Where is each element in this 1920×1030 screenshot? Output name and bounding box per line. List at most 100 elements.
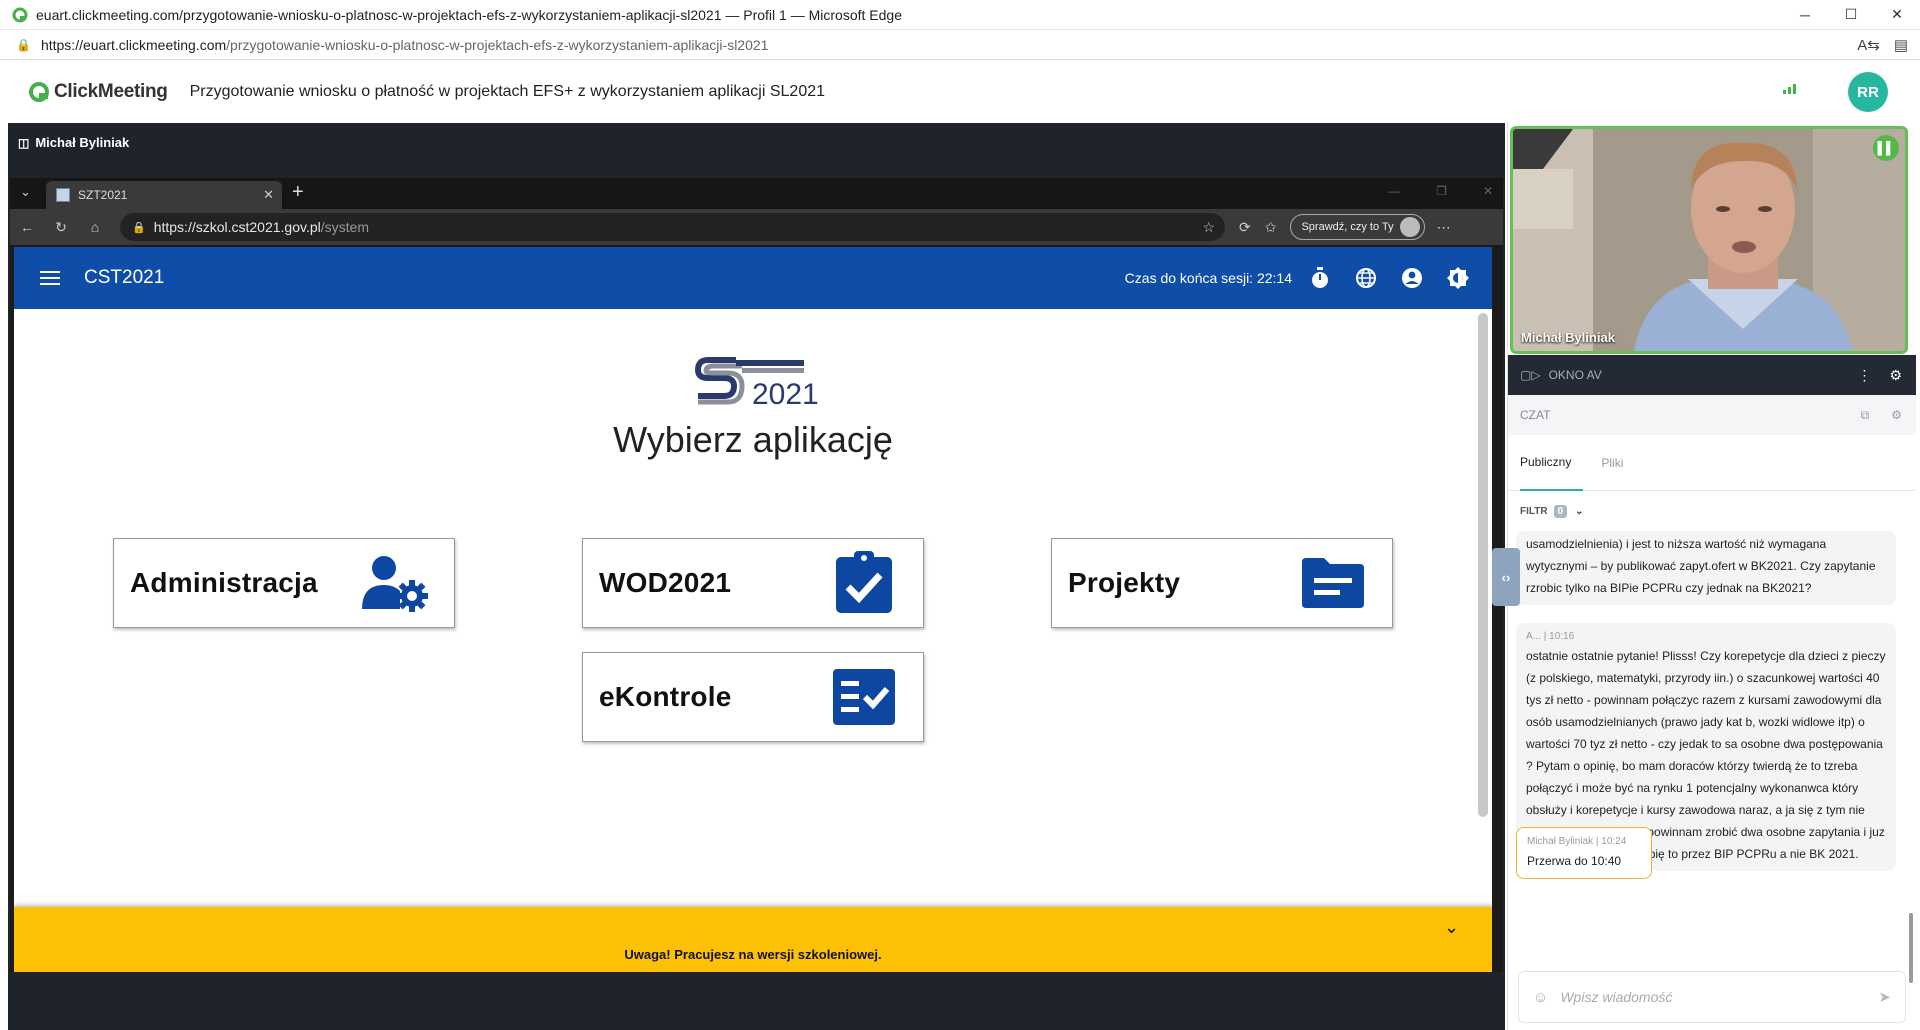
send-icon[interactable]: ➤ bbox=[1878, 988, 1891, 1006]
cst2021-app: CST2021 Czas do końca sesji: 22:14 2021 … bbox=[14, 247, 1492, 972]
shared-window-controls: — ❐ ✕ bbox=[1388, 184, 1493, 198]
clickmeeting-logo: ClickMeeting bbox=[28, 81, 168, 103]
back-icon: ← bbox=[20, 219, 34, 235]
training-warning-bar: ⌄ Uwaga! Pracujesz na wersji szkoleniowe… bbox=[14, 907, 1492, 972]
av-more-options-icon[interactable]: ⋮ bbox=[1857, 367, 1871, 384]
tab-list-chevron-icon: ⌄ bbox=[20, 184, 31, 199]
browser-address-bar[interactable]: 🔒 https://euart.clickmeeting.com/przygot… bbox=[0, 30, 1920, 60]
event-title: Przygotowanie wniosku o płatność w proje… bbox=[189, 82, 826, 100]
close-window-button[interactable]: ✕ bbox=[1874, 0, 1920, 30]
clickmeeting-header: ClickMeeting Przygotowanie wniosku o pła… bbox=[0, 60, 1920, 123]
tile-administracja[interactable]: Administracja bbox=[113, 538, 455, 628]
message-line: rzrobic tylko na BIPie PCPRu czy jednak … bbox=[1526, 581, 1812, 595]
minimize-button[interactable]: ─ bbox=[1782, 0, 1828, 30]
message-line: ostatnie ostatnie pytanie! Plisss! Czy k… bbox=[1526, 649, 1886, 663]
tile-label: WOD2021 bbox=[599, 567, 732, 598]
more-icon: ⋯ bbox=[1436, 218, 1451, 235]
extensions-icon: ⟳ bbox=[1239, 218, 1251, 235]
webcam-image bbox=[1513, 129, 1905, 351]
message-line: Przerwa do 10:40 bbox=[1527, 854, 1622, 868]
shared-tab-close-icon: ✕ bbox=[263, 187, 274, 202]
brand-name: ClickMeeting bbox=[54, 80, 168, 102]
message-line: osób usamodzielnianych (prawo jady kat b… bbox=[1526, 715, 1865, 729]
shared-lock-icon: 🔒 bbox=[132, 221, 146, 234]
panel-resize-handle[interactable]: ‹› bbox=[1492, 548, 1520, 606]
tab-public[interactable]: Publiczny bbox=[1520, 435, 1584, 491]
app-scrollbar bbox=[1478, 313, 1488, 817]
app-title: CST2021 bbox=[84, 267, 165, 288]
message-line: obsłuży i korepetycje i kursy zawodowa n… bbox=[1526, 803, 1865, 817]
av-window-bar: ▢▷ OKNO AV ⋮ ⚙ bbox=[1508, 355, 1916, 395]
message-line: usamodzielnienia) i jest to niższa warto… bbox=[1526, 537, 1827, 551]
screen-share-icon: ◫ bbox=[18, 135, 30, 150]
profile-label: Sprawdź, czy to Ty bbox=[1301, 221, 1394, 233]
cst2021-logo: 2021 bbox=[694, 357, 819, 410]
presenter-name: Michał Byliniak bbox=[35, 135, 130, 150]
read-aloud-icon[interactable]: A⇆ bbox=[1857, 36, 1880, 54]
message-line: połączyć i może być na rynku 1 potencjal… bbox=[1526, 781, 1859, 795]
tile-wod2021[interactable]: WOD2021 bbox=[582, 538, 924, 628]
chat-popout-icon[interactable]: ⧉ bbox=[1861, 408, 1870, 423]
chat-input-placeholder: Wpisz wiadomość bbox=[1560, 989, 1673, 1005]
av-settings-icon[interactable]: ⚙ bbox=[1889, 367, 1902, 384]
shared-tab: SZT2021 ✕ bbox=[46, 181, 282, 209]
session-timer: Czas do końca sesji: 22:14 bbox=[1124, 270, 1292, 286]
tile-label: Administracja bbox=[130, 567, 318, 598]
tile-label: Projekty bbox=[1068, 567, 1181, 598]
tab-favicon-icon bbox=[56, 188, 70, 202]
message-line: tys zł netto - powinnam połączyc razem z… bbox=[1526, 693, 1882, 707]
tile-ekontrole[interactable]: eKontrole bbox=[582, 652, 924, 742]
training-warning-text: Uwaga! Pracujesz na wersji szkoleniowej. bbox=[624, 947, 882, 962]
shared-url-box: 🔒 https://szkol.cst2021.gov.pl/system ☆ bbox=[120, 213, 1225, 241]
chat-input[interactable]: ☺ Wpisz wiadomość ➤ bbox=[1518, 971, 1906, 1023]
user-gear-icon bbox=[360, 551, 430, 615]
page-heading: Wybierz aplikację bbox=[613, 419, 893, 460]
browser-title-bar: euart.clickmeeting.com/przygotowanie-wni… bbox=[0, 0, 1920, 30]
message-line: wytycznymi – by publikować zapyt.ofert w… bbox=[1526, 559, 1876, 573]
message-line: (z polskiego, matematyki, przyrody iin.)… bbox=[1526, 671, 1880, 685]
message-meta: Michał Byliniak | 10:24 bbox=[1527, 836, 1627, 847]
favorites-icon: ✩ bbox=[1264, 218, 1277, 235]
menu-icon bbox=[40, 267, 60, 289]
reload-icon: ↻ bbox=[55, 218, 67, 235]
folder-icon bbox=[1298, 551, 1368, 615]
chevron-down-icon: ⌄ bbox=[1444, 917, 1460, 937]
chat-settings-icon[interactable]: ⚙ bbox=[1891, 408, 1902, 423]
chat-header: CZAT ⧉ ⚙ bbox=[1508, 395, 1916, 435]
home-icon: ⌂ bbox=[90, 219, 100, 235]
chat-message-highlighted: Michał Byliniak | 10:24 Przerwa do 10:40 bbox=[1516, 827, 1652, 879]
chat-messages: usamodzielnienia) i jest to niższa warto… bbox=[1508, 531, 1906, 1030]
chat-scrollbar[interactable] bbox=[1909, 913, 1913, 983]
tab-files[interactable]: Pliki bbox=[1601, 456, 1623, 470]
video-participant-name: Michał Byliniak bbox=[1521, 330, 1615, 345]
profile-avatar-icon bbox=[1399, 217, 1420, 237]
chat-tabs: Publiczny Pliki bbox=[1508, 435, 1916, 491]
clickmeeting-logo-icon bbox=[29, 81, 49, 102]
presentation-stage: ◫ Michał Byliniak ⌄ SZT2021 ✕ + — ❐ ✕ ← ↻ … bbox=[8, 123, 1505, 1030]
shared-tab-title: SZT2021 bbox=[78, 188, 128, 202]
shared-profile-button: Sprawdź, czy to Ty bbox=[1290, 214, 1425, 240]
shared-address-bar: ← ↻ ⌂ 🔒 https://szkol.cst2021.gov.pl/sys… bbox=[10, 209, 1503, 245]
clipboard-check-icon bbox=[829, 551, 899, 615]
checklist-icon bbox=[829, 665, 899, 729]
window-title: euart.clickmeeting.com/przygotowanie-wni… bbox=[36, 6, 902, 23]
chat-label: CZAT bbox=[1520, 408, 1551, 422]
user-avatar[interactable]: RR bbox=[1848, 72, 1888, 112]
message-meta: A... | 10:16 bbox=[1526, 631, 1575, 642]
chat-filter[interactable]: FILTR 0 ⌄ bbox=[1508, 495, 1916, 527]
filter-chevron-down-icon: ⌄ bbox=[1575, 505, 1584, 517]
shared-tab-strip: ⌄ SZT2021 ✕ + — ❐ ✕ bbox=[10, 178, 1503, 209]
shared-url-host: https://szkol.cst2021.gov.pl bbox=[153, 219, 321, 235]
filter-count-badge: 0 bbox=[1553, 504, 1568, 518]
speaking-indicator-icon: ▌▌ bbox=[1873, 135, 1899, 161]
tile-projekty[interactable]: Projekty bbox=[1051, 538, 1393, 628]
url-host: https://euart.clickmeeting.com bbox=[40, 36, 227, 53]
reader-icon[interactable]: ▤ bbox=[1894, 36, 1908, 54]
side-panel: Michał Byliniak ▌▌ ▢▷ OKNO AV ⋮ ⚙ CZAT ⧉… bbox=[1507, 123, 1916, 1030]
message-line: wartości 70 tyz zł netto - czy jedak to … bbox=[1526, 737, 1883, 751]
camera-icon: ▢▷ bbox=[1520, 368, 1541, 382]
maximize-button[interactable]: ☐ bbox=[1828, 0, 1874, 30]
account-icon bbox=[1400, 266, 1424, 290]
lock-icon: 🔒 bbox=[16, 37, 31, 52]
emoji-icon[interactable]: ☺ bbox=[1533, 989, 1548, 1006]
